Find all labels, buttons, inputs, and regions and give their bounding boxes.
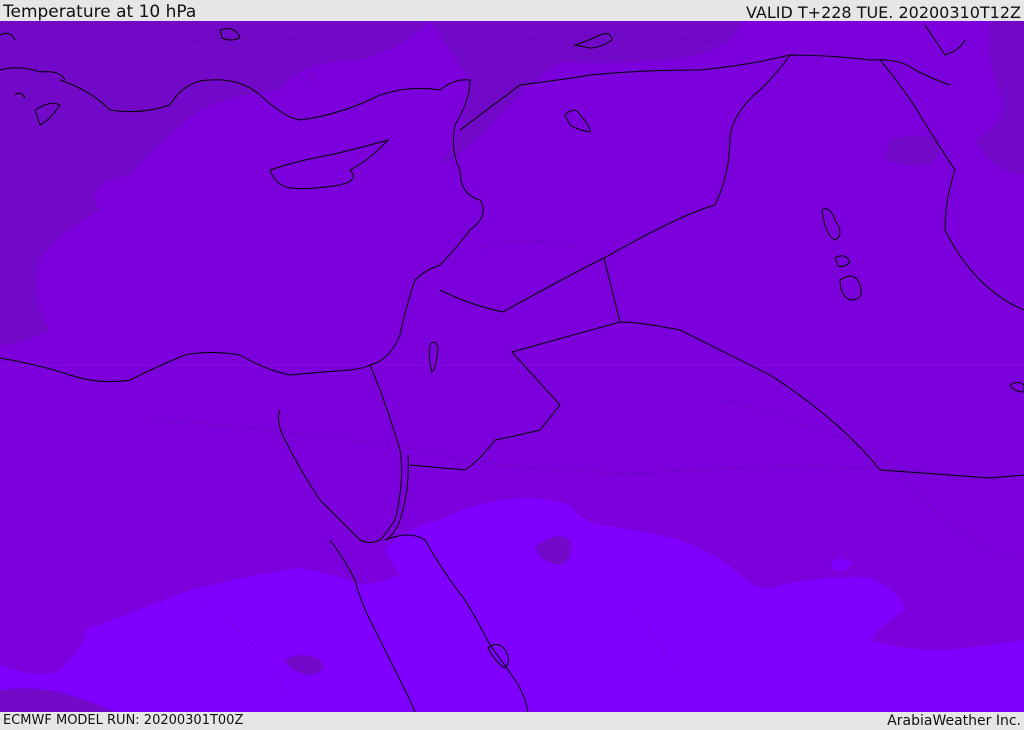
footer-bar: ECMWF MODEL RUN: 20200301T00Z ArabiaWeat… [0, 712, 1024, 729]
credit: ArabiaWeather Inc. [887, 713, 1021, 729]
header-bar: Temperature at 10 hPa VALID T+228 TUE. 2… [0, 0, 1024, 22]
valid-time: VALID T+228 TUE. 20200310T12Z [745, 3, 1021, 22]
model-run: ECMWF MODEL RUN: 20200301T00Z [3, 713, 244, 728]
map-title: Temperature at 10 hPa [3, 2, 197, 22]
cold-patch-iraq [885, 135, 939, 166]
temperature-map [0, 21, 1024, 712]
